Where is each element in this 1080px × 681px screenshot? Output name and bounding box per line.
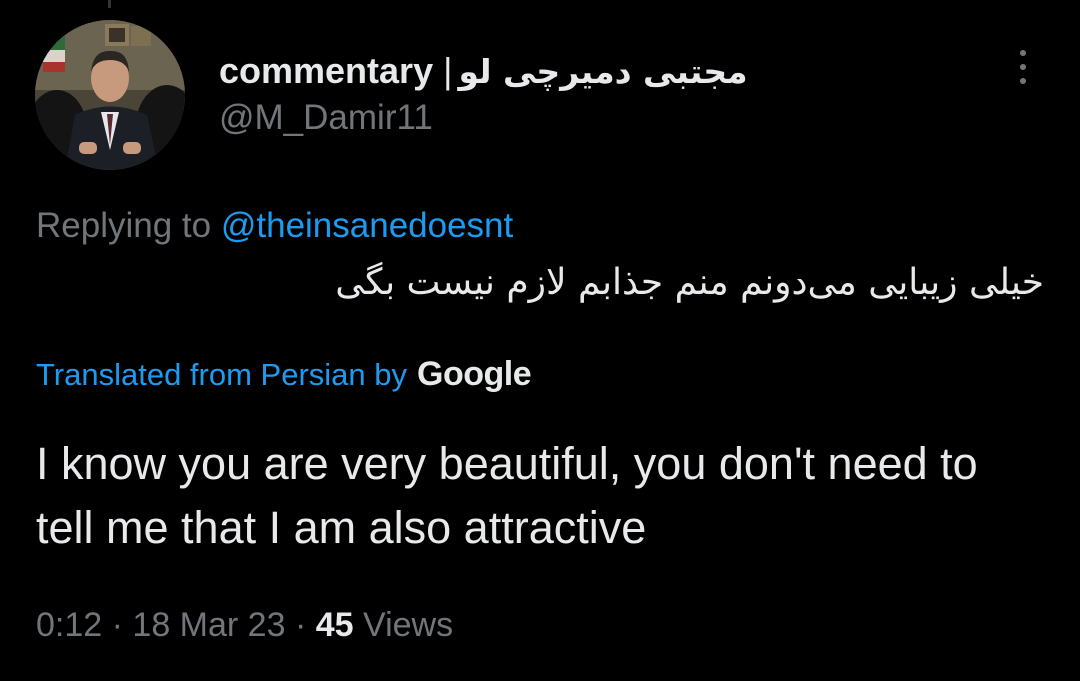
tweet-header: commentary | مجتبی دمیرچی لو @M_Damir11 [219,50,999,138]
avatar[interactable] [35,20,185,170]
views-label: Views [363,606,454,644]
display-name-latin: commentary [219,50,434,91]
display-name[interactable]: commentary | مجتبی دمیرچی لو [219,50,999,92]
avatar-image [35,20,185,170]
tweet-meta: 0:12 · 18 Mar 23 · 45 Views [36,606,453,645]
translated-text: I know you are very beautiful, you don't… [36,438,978,553]
translated-from-link[interactable]: Translated from Persian by [36,357,407,393]
tweet-time[interactable]: 0:12 [36,606,102,644]
meta-separator: · [294,606,307,644]
thread-connector-line [108,0,111,8]
translation-attribution: Translated from Persian by Google [36,355,532,394]
replying-to: Replying to @theinsanedoesnt [36,206,513,246]
tweet-date[interactable]: 18 Mar 23 [132,606,285,644]
replying-to-label: Replying to [36,206,212,245]
user-handle[interactable]: @M_Damir11 [219,98,999,138]
meta-separator: · [111,606,123,644]
display-name-separator: | [443,50,453,91]
reply-target-link[interactable]: @theinsanedoesnt [221,206,513,245]
google-logo: Google [417,355,532,393]
more-options-button[interactable] [1010,50,1036,84]
views-count[interactable]: 45 [316,606,354,644]
tweet[interactable]: commentary | مجتبی دمیرچی لو @M_Damir11 … [0,0,1080,681]
original-tweet-text: خیلی زیبایی می‌دونم منم جذابم لازم نیست … [335,262,1044,303]
display-name-persian: مجتبی دمیرچی لو [458,51,748,91]
